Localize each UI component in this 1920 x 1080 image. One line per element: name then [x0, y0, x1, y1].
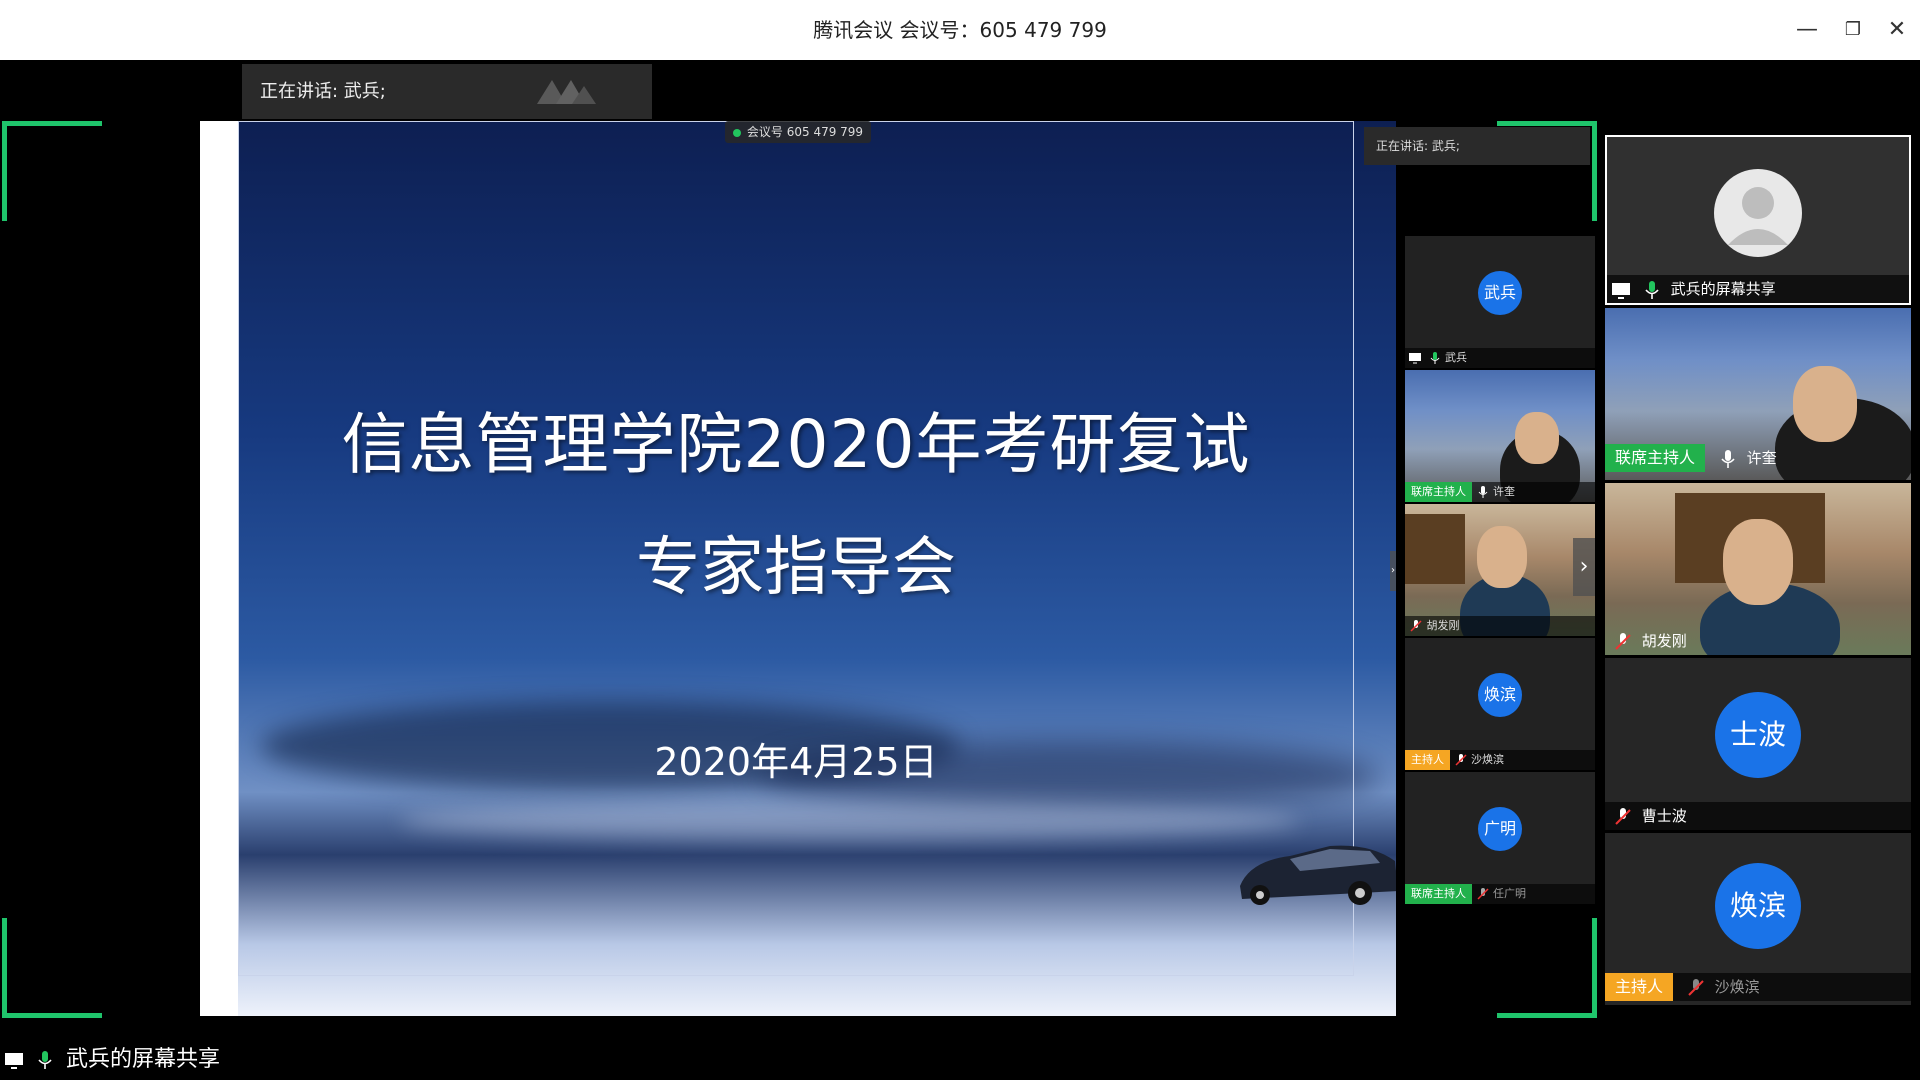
participant-name: 许奎 [1746, 449, 1777, 467]
mic-muted-icon [1615, 632, 1631, 650]
share-frame-corner-tl [2, 121, 102, 221]
participant-name: 沙焕滨 [1471, 753, 1504, 766]
mic-on-icon [1478, 486, 1487, 498]
slide-title-line1: 信息管理学院2020年考研复试 [341, 406, 1251, 483]
title-bar: 腾讯会议 会议号：605 479 799 — ❐ ✕ [0, 0, 1920, 60]
participant-tile[interactable]: 焕滨 主持人 沙焕滨 [1405, 638, 1595, 770]
participant-name: 武兵的屏幕共享 [1670, 280, 1776, 298]
mic-muted-icon [1615, 807, 1631, 825]
minimize-button[interactable]: — [1792, 15, 1822, 45]
mic-on-icon [1430, 352, 1439, 364]
slide-date: 2020年4月25日 [654, 740, 938, 784]
close-button[interactable]: ✕ [1882, 15, 1912, 45]
avatar: 广明 [1478, 807, 1522, 851]
participant-tile[interactable]: 士波 曹士波 [1605, 658, 1911, 830]
participant-tile[interactable]: › 胡发刚 [1405, 504, 1595, 636]
slide-prev-arrow-icon[interactable]: › [1390, 551, 1396, 591]
participant-tile[interactable]: 广明 联席主持人 任广明 [1405, 772, 1595, 904]
participant-label: 胡发刚 [1405, 616, 1595, 636]
host-tag: 主持人 [1405, 750, 1450, 770]
speaking-text: 正在讲话: 武兵; [260, 81, 386, 102]
participant-face [1477, 526, 1527, 588]
slide-title-line2: 专家指导会 [636, 531, 956, 605]
speaking-banner: 正在讲话: 武兵; [242, 64, 652, 119]
share-frame-corner-bl [2, 918, 102, 1018]
participant-face [1793, 366, 1857, 442]
participant-tile[interactable]: 武兵 武兵 [1405, 236, 1595, 368]
cohost-tag: 联席主持人 [1405, 884, 1472, 904]
participant-label: 武兵的屏幕共享 [1607, 275, 1909, 303]
participant-label: 武兵 [1405, 348, 1595, 368]
mic-muted-icon [1454, 754, 1467, 766]
default-avatar-icon [1714, 169, 1802, 257]
participant-name: 胡发刚 [1426, 619, 1460, 632]
participant-strip-small: 武兵 武兵 联席主持人 许奎 › 胡发刚 焕滨 主持人 沙焕滨 广明 联席主持人… [1405, 236, 1595, 906]
participant-face [1723, 519, 1793, 605]
mic-on-icon [38, 1051, 52, 1069]
participant-label: 胡发刚 [1605, 627, 1911, 655]
next-page-arrow-icon[interactable]: › [1573, 538, 1595, 596]
avatar: 焕滨 [1478, 673, 1522, 717]
car-icon [1240, 845, 1396, 905]
participant-name: 曹士波 [1641, 807, 1687, 825]
participant-name: 胡发刚 [1641, 632, 1687, 650]
mic-muted-icon [1476, 888, 1489, 900]
participant-name: 任广明 [1493, 887, 1526, 900]
participant-label: 主持人 沙焕滨 [1605, 973, 1911, 1001]
participant-label: 主持人 沙焕滨 [1405, 750, 1595, 770]
meeting-id-text: 会议号 605 479 799 [746, 125, 864, 139]
screen-share-icon [1612, 282, 1630, 299]
mid-speaking-banner: 正在讲话: 武兵; [1364, 127, 1590, 165]
share-frame-corner-br [1497, 918, 1597, 1018]
avatar: 焕滨 [1715, 863, 1801, 949]
participant-label: 曹士波 [1605, 802, 1911, 830]
live-dot-icon [732, 128, 741, 137]
participant-tile[interactable]: 联席主持人 许奎 [1605, 308, 1911, 480]
participant-tile[interactable]: 焕滨 主持人 沙焕滨 [1605, 833, 1911, 1005]
shared-screen: 会议号 605 479 799 信息管理学院2020年考研复试 专家指导会 20… [200, 121, 1396, 1016]
participant-tile-selected[interactable]: 武兵的屏幕共享 [1605, 135, 1911, 305]
screen-share-icon [5, 1053, 23, 1069]
participant-tile[interactable]: 胡发刚 [1605, 483, 1911, 655]
mic-on-icon [1645, 280, 1659, 299]
mic-muted-icon [1410, 620, 1422, 632]
avatar: 士波 [1715, 692, 1801, 778]
participant-name: 许奎 [1493, 485, 1515, 498]
participant-name: 沙焕滨 [1714, 978, 1760, 996]
participant-tile[interactable]: 联席主持人 许奎 [1405, 370, 1595, 502]
participant-face [1515, 412, 1559, 464]
participant-label: 联席主持人 许奎 [1605, 444, 1911, 472]
mic-muted-icon [1688, 978, 1704, 996]
screen-share-icon [1409, 353, 1421, 364]
cohost-tag: 联席主持人 [1405, 482, 1472, 502]
participant-label: 联席主持人 许奎 [1405, 482, 1595, 502]
window-title: 腾讯会议 会议号：605 479 799 [813, 18, 1107, 42]
avatar: 武兵 [1478, 271, 1522, 315]
host-tag: 主持人 [1605, 973, 1674, 1001]
cohost-tag: 联席主持人 [1605, 444, 1706, 472]
screen-share-owner: 武兵的屏幕共享 [66, 1047, 221, 1072]
participant-label: 联席主持人 任广明 [1405, 884, 1595, 904]
slide-left-margin [200, 121, 238, 1016]
tencent-meeting-logo-icon [537, 80, 596, 104]
bookshelf [1405, 514, 1465, 584]
screen-share-label: 武兵的屏幕共享 [0, 1040, 220, 1080]
mic-on-icon [1721, 449, 1735, 468]
participant-name: 武兵 [1445, 351, 1467, 364]
restore-button[interactable]: ❐ [1838, 15, 1868, 45]
meeting-id-pill: 会议号 605 479 799 [725, 121, 871, 143]
